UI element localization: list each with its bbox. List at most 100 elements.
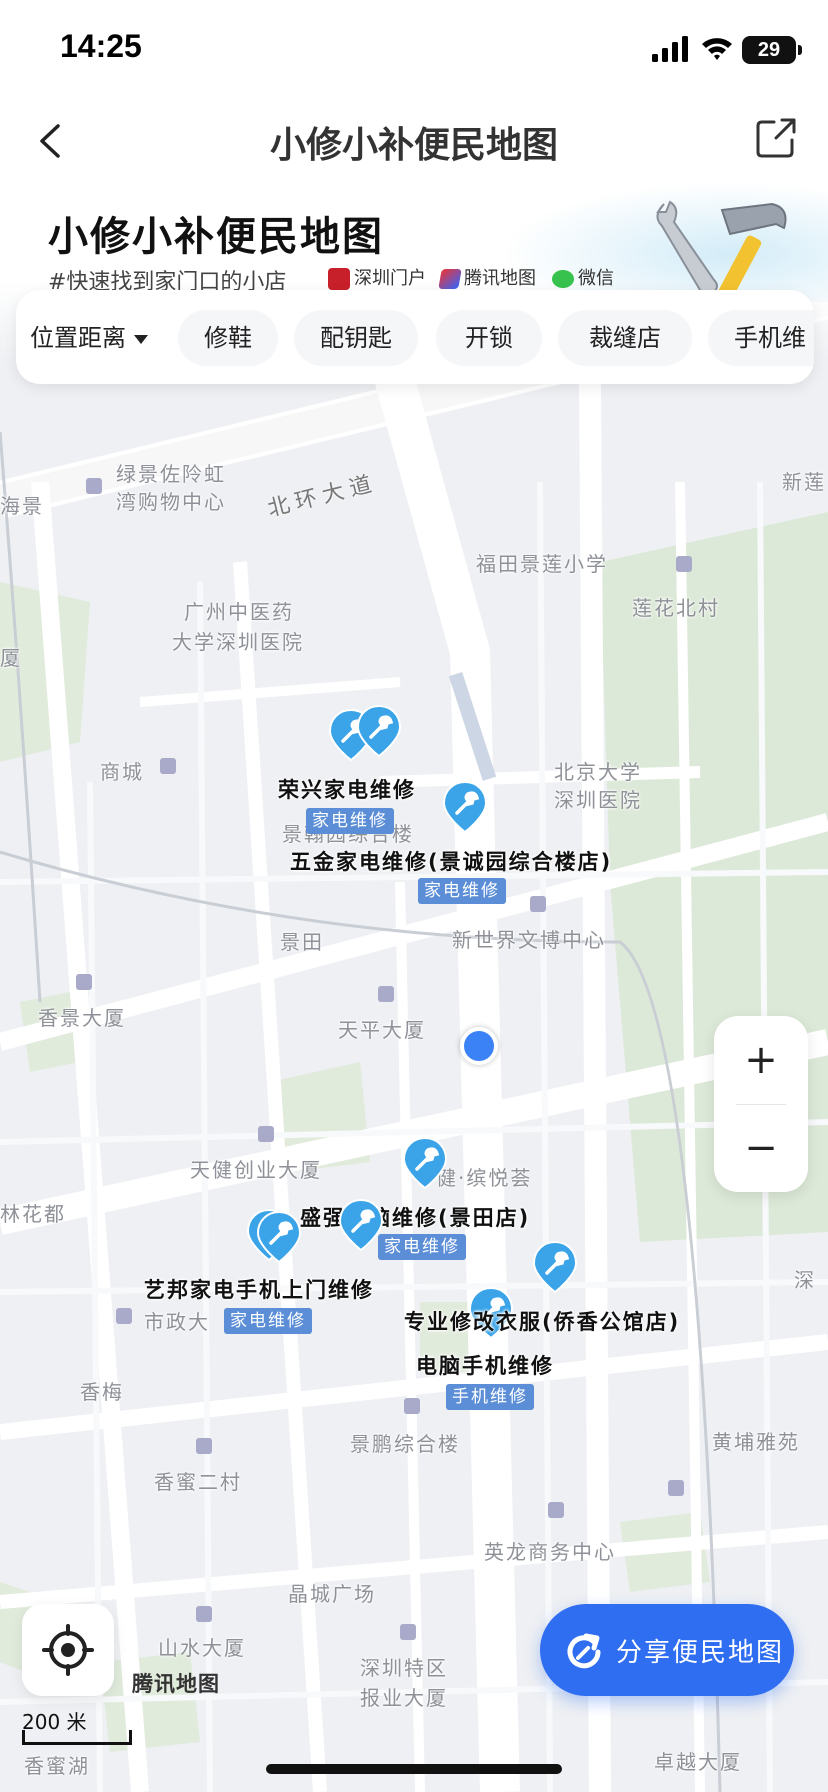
current-location-dot [460, 1027, 498, 1065]
map-label: 卓越大厦 [654, 1750, 742, 1774]
share-refresh-icon [567, 1633, 601, 1669]
shop-name[interactable]: 艺邦家电手机上门维修 [144, 1274, 374, 1304]
clock: 14:25 [60, 28, 142, 64]
category-filter-bar: 位置距离 修鞋 配钥匙 开锁 裁缝店 手机维 [16, 290, 814, 384]
map-label: 厦 [0, 646, 22, 670]
share-button-label: 分享便民地图 [616, 1638, 785, 1668]
wrench-marker-icon[interactable] [338, 1198, 384, 1252]
poi-icon [668, 1480, 684, 1496]
brand-label: 腾讯地图 [464, 268, 536, 289]
distance-sort-dropdown[interactable]: 位置距离 [30, 310, 170, 366]
shop-category-tag: 手机维修 [446, 1384, 534, 1410]
brand-wechat: 微信 [552, 264, 614, 290]
map-base [0, 182, 828, 1792]
shop-name[interactable]: 盛强电脑维修(景田店) [300, 1202, 530, 1232]
map-label: 深圳医院 [554, 788, 642, 812]
brand-shenzhen: 深圳门户 [328, 264, 426, 290]
map-label: 香景大厦 [38, 1006, 126, 1030]
battery-icon: 29 [742, 36, 796, 64]
chip-phone-repair[interactable]: 手机维 [708, 310, 814, 366]
zoom-out-button[interactable]: − [714, 1104, 808, 1192]
map-label: 福田景莲小学 [476, 552, 608, 576]
map-label: 天平大厦 [338, 1018, 426, 1042]
brand-label: 深圳门户 [354, 268, 426, 289]
chip-unlock[interactable]: 开锁 [436, 310, 542, 366]
map-label: 晶城广场 [288, 1582, 376, 1606]
map-label: 广州中医药 [184, 600, 294, 624]
poi-icon [258, 1126, 274, 1142]
map-label: 香蜜湖 [24, 1754, 90, 1778]
banner-title: 小修小补便民地图 [48, 214, 384, 260]
dropdown-label: 位置距离 [30, 324, 126, 352]
map-label: 天健创业大厦 [190, 1158, 322, 1182]
map-view[interactable]: 北环大道 绿景佐阾虹 湾购物中心 福田景莲小学 莲花北村 广州中医药 大学深圳医… [0, 182, 828, 1792]
poi-icon [404, 1398, 420, 1414]
poi-icon [548, 1502, 564, 1518]
chip-shoe-repair[interactable]: 修鞋 [178, 310, 278, 366]
wrench-marker-icon[interactable] [402, 1136, 448, 1190]
map-label: 香蜜二村 [154, 1470, 242, 1494]
wrench-marker-icon[interactable] [442, 780, 488, 834]
shop-name[interactable]: 电脑手机维修 [416, 1350, 554, 1380]
wrench-marker-icon[interactable] [532, 1240, 578, 1294]
shop-category-tag: 家电维修 [224, 1308, 312, 1334]
shop-name[interactable]: 专业修改衣服(侨香公馆店) [404, 1306, 680, 1336]
map-label: 湾购物中心 [116, 490, 226, 514]
home-indicator[interactable] [266, 1764, 562, 1774]
locate-me-button[interactable] [22, 1604, 114, 1696]
poi-icon [530, 896, 546, 912]
zoom-control: + − [714, 1016, 808, 1192]
shop-category-tag: 家电维修 [378, 1234, 466, 1260]
poi-icon [86, 478, 102, 494]
map-label: 香梅 [80, 1380, 124, 1404]
battery-tip [798, 45, 802, 55]
brand-tencent-map: 腾讯地图 [438, 264, 536, 290]
shop-name[interactable]: 荣兴家电维修 [278, 774, 416, 804]
poi-icon [676, 556, 692, 572]
shop-category-tag: 家电维修 [418, 878, 506, 904]
map-label: 报业大厦 [360, 1686, 448, 1710]
map-label: 健·缤悦荟 [436, 1166, 533, 1190]
map-label: 大学深圳医院 [172, 630, 304, 654]
caret-down-icon [134, 334, 148, 344]
share-out-icon[interactable] [752, 114, 800, 162]
map-label: 新世界文博中心 [452, 928, 606, 952]
status-bar: 14:25 29 [0, 0, 828, 100]
map-label: 莲花北村 [632, 596, 720, 620]
chip-tailor[interactable]: 裁缝店 [558, 310, 692, 366]
poi-icon [400, 1624, 416, 1640]
wifi-icon [702, 38, 732, 60]
wrench-marker-icon[interactable] [356, 704, 402, 758]
scale-bar [22, 1730, 132, 1745]
nav-bar: 小修小补便民地图 [0, 100, 828, 182]
poi-icon [160, 758, 176, 774]
shop-category-tag: 家电维修 [306, 808, 394, 834]
share-map-button[interactable]: 分享便民地图 [540, 1604, 794, 1696]
map-label: 北京大学 [554, 760, 642, 784]
shop-name[interactable]: 五金家电维修(景诚园综合楼店) [290, 846, 612, 876]
map-label: 黄埔雅苑 [712, 1430, 800, 1454]
map-label: 景田 [280, 930, 324, 954]
map-label: 景鹏综合楼 [350, 1432, 460, 1456]
crosshair-icon [42, 1624, 94, 1676]
poi-icon [378, 986, 394, 1002]
map-label: 英龙商务中心 [484, 1540, 616, 1564]
map-label: 林花都 [0, 1202, 66, 1226]
map-label: 市政大 [144, 1310, 210, 1334]
map-label: 绿景佐阾虹 [116, 462, 226, 486]
wrench-marker-icon[interactable] [256, 1210, 302, 1264]
map-label: 山水大厦 [158, 1636, 246, 1660]
brand-label: 微信 [578, 268, 614, 289]
poi-icon [76, 974, 92, 990]
wechat-icon [552, 270, 574, 288]
cellular-signal-icon [652, 36, 688, 62]
chip-key-copy[interactable]: 配钥匙 [294, 310, 418, 366]
tencent-map-icon [438, 269, 462, 289]
page-title: 小修小补便民地图 [269, 124, 558, 166]
map-label: 深圳特区 [360, 1656, 448, 1680]
map-label: 海景 [0, 494, 44, 518]
map-label: 深 [794, 1268, 816, 1292]
zoom-in-button[interactable]: + [714, 1016, 808, 1104]
poi-icon [196, 1606, 212, 1622]
map-label: 新莲 [782, 470, 826, 494]
